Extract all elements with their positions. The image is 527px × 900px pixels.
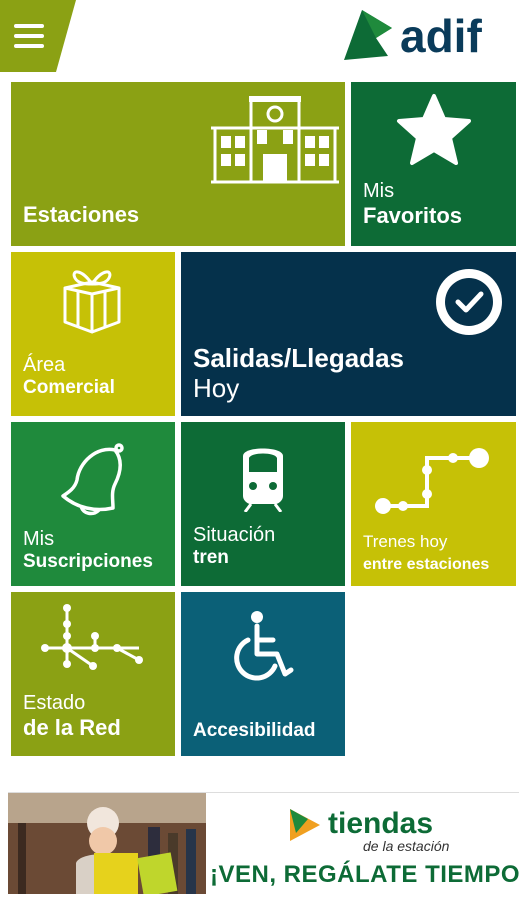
tile-favoritos[interactable]: Mis Favoritos [351, 82, 516, 246]
wheelchair-icon [234, 611, 294, 681]
tile-title: Accesibilidad [193, 720, 316, 741]
tile-estaciones[interactable]: Estaciones [11, 82, 345, 246]
station-building-icon [211, 96, 339, 184]
tiendas-logo-icon [290, 809, 320, 841]
tile-salidas-llegadas[interactable]: Salidas/Llegadas Hoy [181, 252, 516, 416]
tile-label: Situación tren [193, 524, 275, 569]
route-icon [375, 448, 489, 514]
tile-title: de la Red [23, 715, 121, 740]
tile-title: Estaciones [23, 202, 140, 227]
tile-label: Estado de la Red [23, 692, 121, 740]
tile-subtitle: Mis [363, 180, 395, 202]
bell-icon [61, 443, 124, 516]
train-icon [243, 448, 283, 512]
app-header: adif [0, 0, 527, 72]
tile-label: Estaciones [23, 202, 139, 227]
tile-label: Accesibilidad [193, 720, 316, 742]
tile-estado-red[interactable]: Estado de la Red [11, 592, 175, 756]
tile-title: tren [193, 547, 229, 568]
banner-slogan: ¡VEN, REGÁLATE TIEMPO! [210, 861, 519, 888]
tile-title: Comercial [23, 377, 115, 398]
tile-title: entre estaciones [363, 555, 490, 573]
tile-subtitle: Trenes hoy [363, 532, 448, 551]
tile-label: Mis Suscripciones [23, 528, 153, 573]
tile-subtitle: Situación [193, 524, 276, 546]
gift-icon [63, 270, 121, 334]
tile-accesibilidad[interactable]: Accesibilidad [181, 592, 345, 756]
banner-photo [8, 793, 206, 894]
tile-situacion-tren[interactable]: Situación tren [181, 422, 345, 586]
tile-subtitle: Área [23, 354, 66, 376]
svg-text:adif: adif [400, 10, 482, 62]
tile-title: Salidas/Llegadas [193, 343, 404, 373]
tile-title: Suscripciones [23, 551, 153, 572]
tile-label: Mis Favoritos [363, 180, 462, 228]
tile-label: Trenes hoy entre estaciones [363, 532, 489, 574]
menu-button[interactable] [0, 0, 76, 72]
tile-comercial[interactable]: Área Comercial [11, 252, 175, 416]
tile-trenes-hoy[interactable]: Trenes hoy entre estaciones [351, 422, 516, 586]
banner-brand-subtitle: de la estación [363, 838, 450, 854]
tile-label: Salidas/Llegadas Hoy [193, 343, 404, 404]
tile-label: Área Comercial [23, 354, 115, 399]
hamburger-icon [14, 24, 44, 48]
banner-brand: tiendas [328, 807, 434, 840]
tile-subtitle: Hoy [193, 372, 240, 403]
promo-banner[interactable]: tiendas de la estación ¡VEN, REGÁLATE TI… [8, 792, 519, 894]
adif-logo: adif [340, 8, 515, 64]
clock-check-icon [436, 269, 502, 335]
tile-subtitle: Mis [23, 528, 55, 550]
star-icon [397, 94, 471, 165]
tile-title: Favoritos [363, 203, 463, 228]
network-icon [41, 604, 143, 670]
tile-subtitle: Estado [23, 692, 86, 714]
tile-suscripciones[interactable]: Mis Suscripciones [11, 422, 175, 586]
